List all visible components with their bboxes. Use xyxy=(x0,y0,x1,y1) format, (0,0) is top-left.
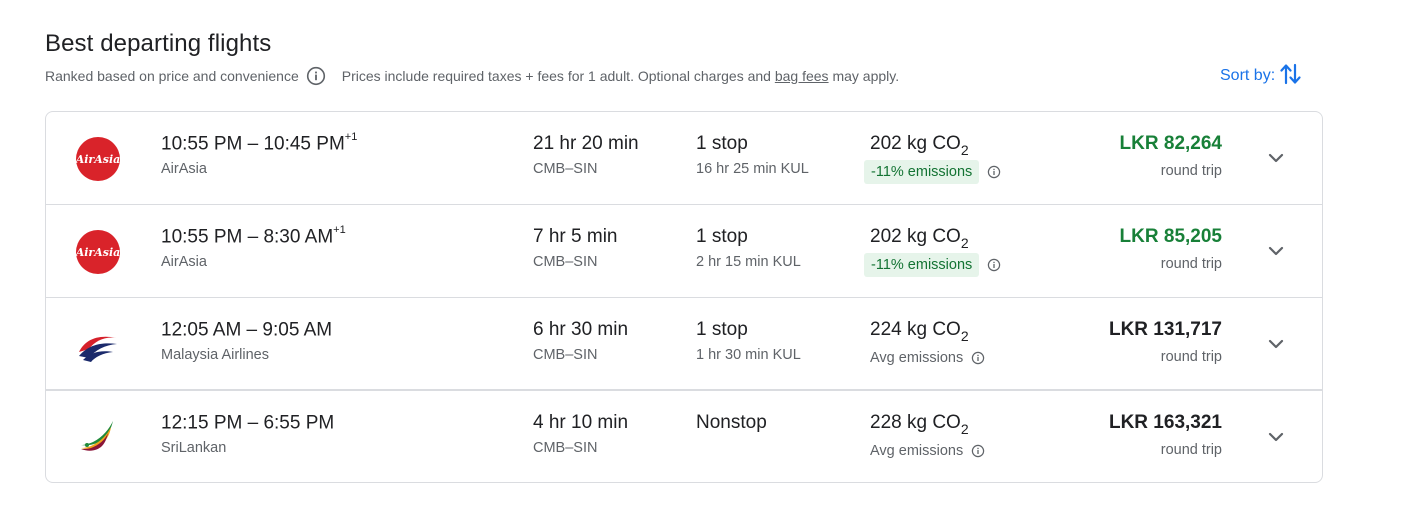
flight-route: CMB–SIN xyxy=(533,347,598,363)
flight-route: CMB–SIN xyxy=(533,161,598,177)
flight-row[interactable]: 12:15 PM – 6:55 PM SriLankan 4 hr 10 min… xyxy=(46,391,1322,482)
flight-duration: 21 hr 20 min xyxy=(533,133,639,154)
expand-button[interactable] xyxy=(1264,239,1288,263)
flight-duration: 7 hr 5 min xyxy=(533,226,618,247)
emissions-label: -11% emissions xyxy=(864,253,980,277)
trip-type: round trip xyxy=(1160,442,1222,458)
emissions-label: Avg emissions xyxy=(870,443,964,459)
co2-emissions: 202 kg CO2 xyxy=(870,226,969,251)
airline-name: AirAsia xyxy=(161,161,207,177)
emissions-info-icon[interactable] xyxy=(971,444,985,458)
bag-fees-link[interactable]: bag fees xyxy=(775,68,829,84)
flight-price: LKR 131,717 xyxy=(1108,319,1222,340)
flight-route: CMB–SIN xyxy=(533,440,598,456)
ranked-text: Ranked based on price and convenience xyxy=(45,68,299,84)
layover-info: 1 hr 30 min KUL xyxy=(696,347,801,363)
ranking-info-line: Ranked based on price and convenience Pr… xyxy=(45,66,899,86)
emissions-info-icon[interactable] xyxy=(987,165,1001,179)
flight-results-list: AirAsia 10:55 PM – 10:45 PM+1 AirAsia 21… xyxy=(45,111,1323,483)
flight-times: 12:15 PM – 6:55 PM xyxy=(161,412,335,434)
info-icon[interactable] xyxy=(306,66,326,86)
emissions-label: Avg emissions xyxy=(870,350,964,366)
co2-emissions: 228 kg CO2 xyxy=(870,412,969,437)
flight-duration: 6 hr 30 min xyxy=(533,319,629,340)
stops-count: 1 stop xyxy=(696,226,748,247)
emissions-info-icon[interactable] xyxy=(987,258,1001,272)
trip-type: round trip xyxy=(1160,163,1222,179)
day-offset: +1 xyxy=(344,131,358,143)
emissions-indicator: -11% emissions xyxy=(864,160,1001,184)
expand-button[interactable] xyxy=(1264,425,1288,449)
flight-duration: 4 hr 10 min xyxy=(533,412,629,433)
day-offset: +1 xyxy=(333,224,346,236)
flight-price: LKR 163,321 xyxy=(1108,412,1222,433)
stops-count: 1 stop xyxy=(696,319,748,340)
chevron-down-icon xyxy=(1268,246,1284,256)
stops-count: 1 stop xyxy=(696,133,748,154)
prices-text: Prices include required taxes + fees for… xyxy=(341,68,775,84)
flight-row[interactable]: AirAsia 10:55 PM – 10:45 PM+1 AirAsia 21… xyxy=(46,112,1322,205)
svg-text:AirAsia: AirAsia xyxy=(75,246,120,259)
flight-times: 12:05 AM – 9:05 AM xyxy=(161,319,333,341)
emissions-indicator: Avg emissions xyxy=(864,439,985,463)
expand-button[interactable] xyxy=(1264,146,1288,170)
expand-button[interactable] xyxy=(1264,332,1288,356)
flight-times: 10:55 PM – 10:45 PM+1 xyxy=(161,131,358,155)
trip-type: round trip xyxy=(1160,349,1222,365)
layover-info: 2 hr 15 min KUL xyxy=(696,254,801,270)
co2-emissions: 224 kg CO2 xyxy=(870,319,969,344)
airline-name: AirAsia xyxy=(161,254,207,270)
emissions-info-icon[interactable] xyxy=(971,351,985,365)
airline-name: SriLankan xyxy=(161,440,227,456)
prices-suffix: may apply. xyxy=(828,68,900,84)
emissions-indicator: -11% emissions xyxy=(864,253,1001,277)
airasia-logo: AirAsia xyxy=(75,229,121,275)
flight-price: LKR 82,264 xyxy=(1119,133,1222,154)
flight-times: 10:55 PM – 8:30 AM+1 xyxy=(161,224,346,248)
srilankan-logo xyxy=(75,415,121,461)
airasia-logo: AirAsia xyxy=(75,136,121,182)
emissions-indicator: Avg emissions xyxy=(864,346,985,370)
sort-by-label: Sort by: xyxy=(1220,67,1276,84)
layover-info: 16 hr 25 min KUL xyxy=(696,161,809,177)
chevron-down-icon xyxy=(1268,153,1284,163)
co2-emissions: 202 kg CO2 xyxy=(870,133,969,158)
malaysia-airlines-logo xyxy=(75,322,121,368)
airline-name: Malaysia Airlines xyxy=(161,347,269,363)
sort-arrows-icon xyxy=(1275,61,1302,92)
chevron-down-icon xyxy=(1268,339,1284,349)
flight-row[interactable]: 12:05 AM – 9:05 AM Malaysia Airlines 6 h… xyxy=(46,298,1322,391)
flight-route: CMB–SIN xyxy=(533,254,598,270)
svg-text:AirAsia: AirAsia xyxy=(75,153,120,166)
stops-count: Nonstop xyxy=(696,412,767,433)
chevron-down-icon xyxy=(1268,432,1284,442)
page-title: Best departing flights xyxy=(45,30,272,57)
emissions-label: -11% emissions xyxy=(864,160,980,184)
flight-row[interactable]: AirAsia 10:55 PM – 8:30 AM+1 AirAsia 7 h… xyxy=(46,205,1322,298)
sort-by-button[interactable]: Sort by: xyxy=(1220,62,1302,90)
flight-price: LKR 85,205 xyxy=(1119,226,1222,247)
trip-type: round trip xyxy=(1160,256,1222,272)
